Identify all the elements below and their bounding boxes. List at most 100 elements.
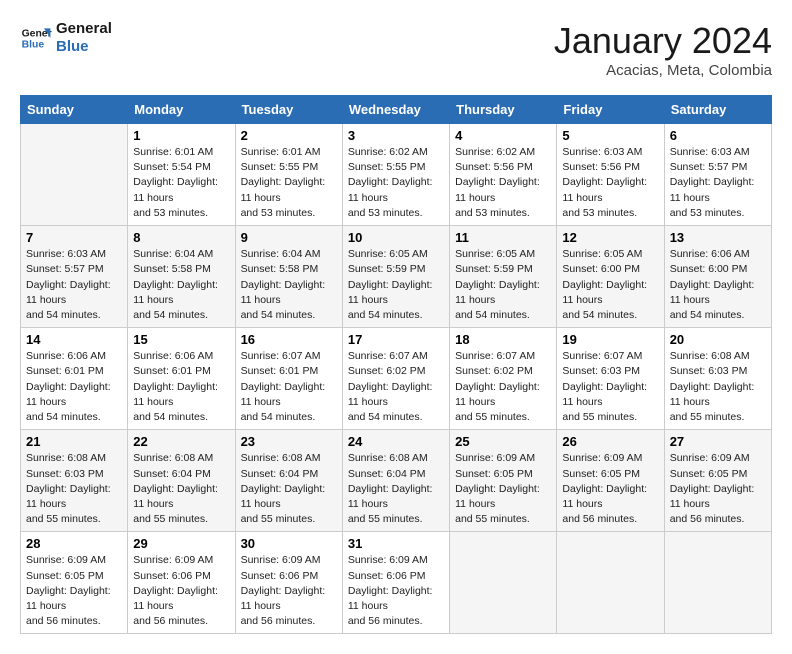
- header-day-sunday: Sunday: [21, 96, 128, 124]
- daylight-line2: and 54 minutes.: [455, 309, 530, 321]
- sunset-text: Sunset: 6:06 PM: [133, 570, 211, 582]
- day-number: 7: [26, 230, 122, 245]
- logo-line1: General: [56, 20, 112, 38]
- sunset-text: Sunset: 5:56 PM: [455, 161, 533, 173]
- location: Acacias, Meta, Colombia: [554, 62, 772, 79]
- calendar-cell: 2Sunrise: 6:01 AMSunset: 5:55 PMDaylight…: [235, 124, 342, 226]
- sunset-text: Sunset: 6:01 PM: [241, 365, 319, 377]
- daylight-line2: and 53 minutes.: [348, 207, 423, 219]
- daylight-line1: Daylight: Daylight: 11 hours: [348, 381, 433, 408]
- calendar-cell: 23Sunrise: 6:08 AMSunset: 6:04 PMDayligh…: [235, 430, 342, 532]
- sunrise-text: Sunrise: 6:06 AM: [133, 350, 213, 362]
- daylight-line2: and 55 minutes.: [670, 411, 745, 423]
- daylight-line1: Daylight: Daylight: 11 hours: [455, 381, 540, 408]
- daylight-line1: Daylight: Daylight: 11 hours: [455, 279, 540, 306]
- daylight-line1: Daylight: Daylight: 11 hours: [348, 279, 433, 306]
- calendar-cell: 14Sunrise: 6:06 AMSunset: 6:01 PMDayligh…: [21, 328, 128, 430]
- daylight-line1: Daylight: Daylight: 11 hours: [455, 176, 540, 203]
- calendar-table: SundayMondayTuesdayWednesdayThursdayFrid…: [20, 95, 772, 634]
- day-info: Sunrise: 6:02 AMSunset: 5:55 PMDaylight:…: [348, 145, 444, 221]
- day-info: Sunrise: 6:08 AMSunset: 6:04 PMDaylight:…: [133, 451, 229, 527]
- sunrise-text: Sunrise: 6:08 AM: [348, 452, 428, 464]
- calendar-cell: 12 Sunrise: 6:05 AMSunset: 6:00 PMDayligh…: [557, 226, 664, 328]
- header-day-wednesday: Wednesday: [342, 96, 449, 124]
- daylight-line1: Daylight: Daylight: 11 hours: [133, 381, 218, 408]
- daylight-line2: and 55 minutes.: [348, 513, 423, 525]
- sunset-text: Sunset: 5:58 PM: [133, 263, 211, 275]
- daylight-line1: Daylight: Daylight: 11 hours: [241, 483, 326, 510]
- day-number: 22: [133, 434, 229, 449]
- daylight-line2: and 53 minutes.: [562, 207, 637, 219]
- daylight-line1: Daylight: Daylight: 11 hours: [562, 381, 647, 408]
- sunrise-text: Sunrise: 6:02 AM: [348, 146, 428, 158]
- sunset-text: Sunset: 6:05 PM: [455, 468, 533, 480]
- calendar-cell: 7 Sunrise: 6:03 AMSunset: 5:57 PMDaylight…: [21, 226, 128, 328]
- calendar-cell: 3Sunrise: 6:02 AMSunset: 5:55 PMDaylight…: [342, 124, 449, 226]
- calendar-cell: 31Sunrise: 6:09 AMSunset: 6:06 PMDayligh…: [342, 532, 449, 634]
- daylight-line2: and 55 minutes.: [455, 411, 530, 423]
- day-info: Sunrise: 6:06 AMSunset: 6:01 PMDaylight:…: [26, 349, 122, 425]
- sunrise-text: Sunrise: 6:04 AM: [241, 248, 321, 260]
- daylight-line2: and 54 minutes.: [670, 309, 745, 321]
- calendar-cell: [664, 532, 771, 634]
- day-info: Sunrise: 6:08 AMSunset: 6:04 PMDaylight:…: [348, 451, 444, 527]
- sunrise-text: Sunrise: 6:05 AM: [348, 248, 428, 260]
- daylight-line1: Daylight: Daylight: 11 hours: [133, 176, 218, 203]
- header-day-saturday: Saturday: [664, 96, 771, 124]
- daylight-line2: and 55 minutes.: [26, 513, 101, 525]
- daylight-line2: and 54 minutes.: [241, 309, 316, 321]
- day-info: Sunrise: 6:03 AMSunset: 5:57 PMDaylight:…: [670, 145, 766, 221]
- day-info: Sunrise: 6:09 AMSunset: 6:05 PMDaylight:…: [455, 451, 551, 527]
- sunset-text: Sunset: 6:03 PM: [670, 365, 748, 377]
- header-day-monday: Monday: [128, 96, 235, 124]
- calendar-cell: 1Sunrise: 6:01 AMSunset: 5:54 PMDaylight…: [128, 124, 235, 226]
- sunset-text: Sunset: 5:57 PM: [26, 263, 104, 275]
- calendar-cell: 30Sunrise: 6:09 AMSunset: 6:06 PMDayligh…: [235, 532, 342, 634]
- sunrise-text: Sunrise: 6:07 AM: [348, 350, 428, 362]
- sunrise-text: Sunrise: 6:06 AM: [26, 350, 106, 362]
- daylight-line2: and 54 minutes.: [26, 309, 101, 321]
- sunrise-text: Sunrise: 6:04 AM: [133, 248, 213, 260]
- day-number: 9: [241, 230, 337, 245]
- day-info: Sunrise: 6:03 AMSunset: 5:57 PMDaylight:…: [26, 247, 122, 323]
- sunrise-text: Sunrise: 6:09 AM: [455, 452, 535, 464]
- sunrise-text: Sunrise: 6:02 AM: [455, 146, 535, 158]
- sunset-text: Sunset: 5:57 PM: [670, 161, 748, 173]
- calendar-cell: 9Sunrise: 6:04 AMSunset: 5:58 PMDaylight…: [235, 226, 342, 328]
- day-info: Sunrise: 6:09 AMSunset: 6:05 PMDaylight:…: [26, 553, 122, 629]
- daylight-line1: Daylight: Daylight: 11 hours: [241, 176, 326, 203]
- day-info: Sunrise: 6:02 AM Sunset: 5:56 PM Daylight:…: [455, 145, 551, 221]
- day-info: Sunrise: 6:04 AMSunset: 5:58 PMDaylight:…: [133, 247, 229, 323]
- week-row-1: 1Sunrise: 6:01 AMSunset: 5:54 PMDaylight…: [21, 124, 772, 226]
- daylight-line1: Daylight: Daylight: 11 hours: [670, 381, 755, 408]
- sunset-text: Sunset: 5:55 PM: [241, 161, 319, 173]
- sunrise-text: Sunrise: 6:07 AM: [455, 350, 535, 362]
- sunset-text: Sunset: 6:04 PM: [241, 468, 319, 480]
- day-number: 4: [455, 128, 551, 143]
- sunset-text: Sunset: 6:00 PM: [562, 263, 640, 275]
- day-number: 8: [133, 230, 229, 245]
- day-number: 18: [455, 332, 551, 347]
- calendar-cell: [450, 532, 557, 634]
- daylight-line1: Daylight: Daylight: 11 hours: [26, 279, 111, 306]
- day-number: 17: [348, 332, 444, 347]
- calendar-cell: 25Sunrise: 6:09 AMSunset: 6:05 PMDayligh…: [450, 430, 557, 532]
- daylight-line2: and 56 minutes.: [670, 513, 745, 525]
- daylight-line1: Daylight: Daylight: 11 hours: [241, 585, 326, 612]
- calendar-cell: 15Sunrise: 6:06 AMSunset: 6:01 PMDayligh…: [128, 328, 235, 430]
- daylight-line2: and 56 minutes.: [241, 615, 316, 627]
- calendar-cell: 28Sunrise: 6:09 AMSunset: 6:05 PMDayligh…: [21, 532, 128, 634]
- calendar-cell: 11Sunrise: 6:05 AMSunset: 5:59 PMDayligh…: [450, 226, 557, 328]
- day-info: Sunrise: 6:07 AMSunset: 6:02 PMDaylight:…: [455, 349, 551, 425]
- daylight-line1: Daylight: Daylight: 11 hours: [348, 585, 433, 612]
- day-number: 29: [133, 536, 229, 551]
- day-number: 12: [562, 230, 658, 245]
- day-number: 25: [455, 434, 551, 449]
- calendar-cell: 10Sunrise: 6:05 AMSunset: 5:59 PMDayligh…: [342, 226, 449, 328]
- sunset-text: Sunset: 6:03 PM: [562, 365, 640, 377]
- day-number: 26: [562, 434, 658, 449]
- sunrise-text: Sunrise: 6:07 AM: [562, 350, 642, 362]
- daylight-line1: Daylight: Daylight: 11 hours: [562, 483, 647, 510]
- week-row-5: 28Sunrise: 6:09 AMSunset: 6:05 PMDayligh…: [21, 532, 772, 634]
- day-info: Sunrise: 6:05 AMSunset: 6:00 PMDaylight:…: [562, 247, 658, 323]
